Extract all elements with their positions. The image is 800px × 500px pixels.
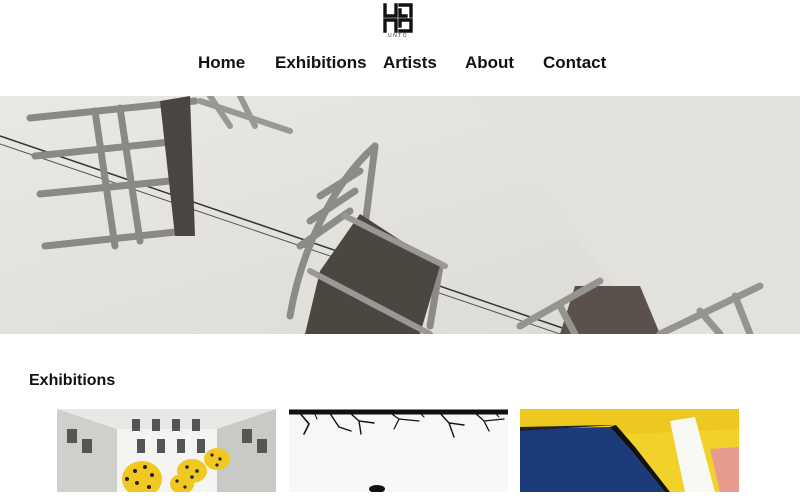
hero-image (0, 96, 800, 334)
unto-logo-icon (383, 3, 413, 33)
yellow-blue-abstract-mural-photo (520, 409, 739, 492)
nav-item-artists[interactable]: Artists (383, 53, 437, 73)
exhibition-card[interactable] (289, 409, 508, 492)
suspended-chairs-installation-photo (0, 96, 800, 334)
site-logo[interactable]: UNTO (382, 2, 414, 42)
exhibition-card[interactable] (520, 409, 739, 492)
nav-item-exhibitions[interactable]: Exhibitions (275, 53, 367, 73)
main-nav: Home Exhibitions Artists About Contact (0, 53, 800, 75)
yellow-polka-dot-sculptures-courtyard-photo (57, 409, 276, 492)
exhibition-card[interactable] (57, 409, 276, 492)
exhibitions-section-title: Exhibitions (29, 372, 116, 389)
nav-item-home[interactable]: Home (198, 53, 245, 73)
nav-item-about[interactable]: About (465, 53, 514, 73)
site-header: UNTO Home Exhibitions Artists About Cont… (0, 0, 800, 96)
logo-wordmark: UNTO (387, 33, 409, 39)
bare-tree-silhouette-photo (289, 409, 508, 492)
nav-item-contact[interactable]: Contact (543, 53, 606, 73)
